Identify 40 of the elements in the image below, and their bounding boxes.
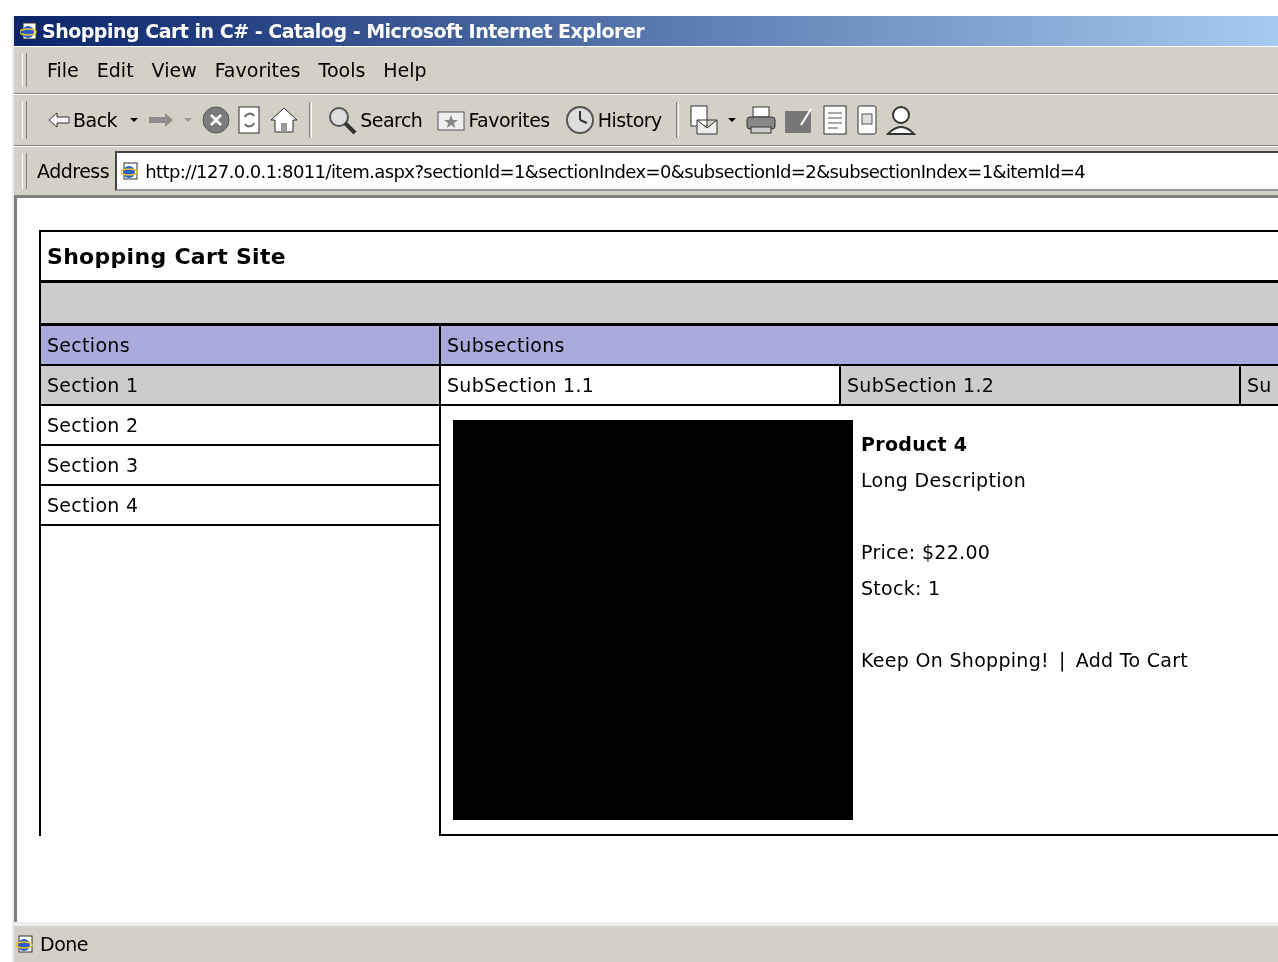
section-link[interactable]: Section 1	[41, 366, 439, 406]
column-header: Subsections	[441, 326, 1278, 366]
link-separator: |	[1059, 648, 1066, 674]
menu-item[interactable]: Tools	[310, 55, 374, 85]
menu-item[interactable]: Help	[375, 55, 435, 85]
person-icon[interactable]	[884, 104, 917, 136]
menu-item[interactable]: Edit	[88, 55, 142, 85]
address-field[interactable]: http://127.0.0.1:8011/item.aspx?sectionId=1&sectionIndex=0&subsectionId=2&subsectionIndex=1&itemId=4	[115, 151, 1278, 191]
page-icon	[121, 162, 140, 180]
toolbar-button[interactable]: Search	[322, 104, 427, 136]
product-name: Product 4	[861, 432, 969, 457]
stop-icon[interactable]	[201, 105, 232, 135]
column-header: Sections	[41, 326, 439, 366]
toolbar-button[interactable]: Favorites	[432, 108, 554, 132]
search-icon	[326, 104, 359, 136]
window-title: Shopping Cart in C# - Catalog - Microsoft Internet Explorer	[42, 20, 645, 42]
clock-icon	[563, 104, 596, 136]
home-icon[interactable]	[269, 105, 300, 135]
document-icon[interactable]	[820, 104, 849, 136]
page-icon	[16, 935, 34, 953]
back-arrow-icon	[47, 110, 71, 130]
toolbar-button[interactable]: Back	[43, 109, 122, 131]
menu-item[interactable]: View	[143, 55, 205, 85]
mail-icon[interactable]	[688, 104, 719, 136]
text-link[interactable]: Keep On Shopping!	[861, 642, 1049, 678]
menu-item[interactable]: File	[39, 55, 87, 85]
address-label: Address	[37, 160, 110, 182]
subsection-link[interactable]: SubSection 1.1	[441, 366, 841, 406]
product-price: Price: $22.00	[861, 540, 992, 565]
status-text: Done	[40, 933, 88, 955]
menu-item[interactable]: Favorites	[206, 55, 309, 85]
text-link[interactable]: Add To Cart	[1075, 642, 1189, 678]
subsection-link[interactable]: SubSection 1.2	[841, 366, 1241, 406]
product-description: Long Description	[861, 468, 1028, 493]
browser-icon	[20, 22, 38, 40]
toolbar-button[interactable]: History	[559, 104, 666, 136]
device-icon[interactable]	[854, 104, 879, 136]
product-stock: Stock: 1	[861, 576, 942, 601]
printer-icon[interactable]	[744, 105, 777, 135]
subsection-link[interactable]: Su	[1241, 366, 1278, 406]
